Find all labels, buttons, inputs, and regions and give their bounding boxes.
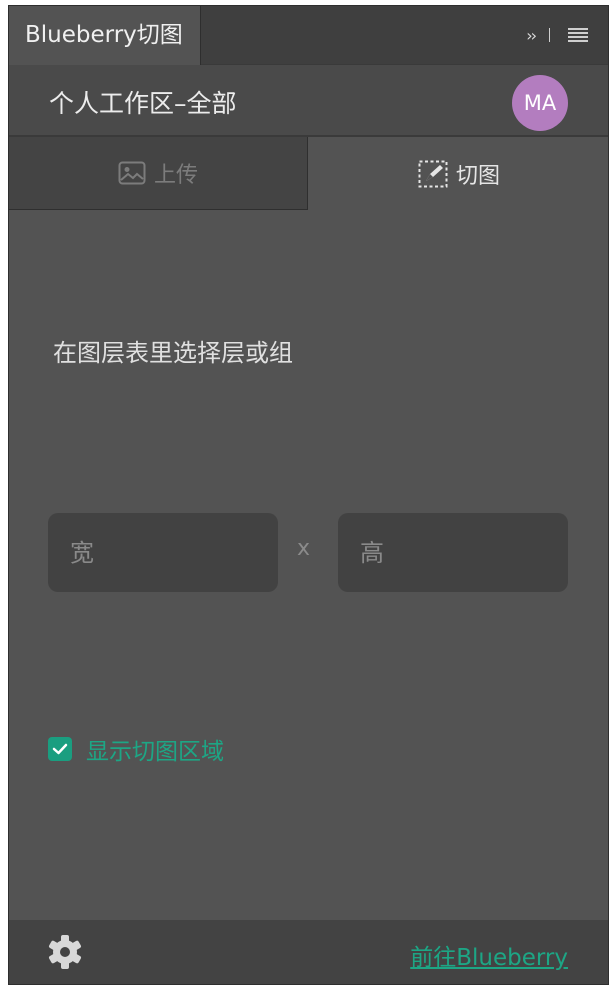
slice-icon [418,160,448,187]
height-input[interactable] [338,513,568,592]
show-slice-area-label[interactable]: 显示切图区域 [86,732,224,766]
workspace-title[interactable]: 个人工作区–全部 [49,84,237,120]
width-input[interactable] [48,513,278,592]
panel-tab-title[interactable]: Blueberry切图 [9,6,201,65]
go-to-blueberry-link[interactable]: 前往Blueberry [410,938,568,972]
tab-upload-label: 上传 [153,163,198,188]
titlebar-controls: ›› [526,24,588,46]
show-slice-area-checkbox[interactable] [48,737,72,761]
user-avatar[interactable]: MA [512,75,568,131]
plugin-panel: Blueberry切图 ›› 个人工作区–全部 MA 上传 切图 在图层表里选择… [8,5,609,985]
checkmark-icon [52,743,68,755]
mode-tabs: 上传 切图 [9,137,608,210]
image-icon [118,161,146,185]
panel-titlebar: Blueberry切图 ›› [9,6,608,65]
show-slice-area-option[interactable]: 显示切图区域 [48,732,224,766]
instruction-text: 在图层表里选择层或组 [53,339,293,367]
tab-upload[interactable]: 上传 [9,137,308,210]
dimension-separator: x [297,536,311,561]
tab-slice[interactable]: 切图 [308,137,608,210]
titlebar-divider [549,28,550,42]
workspace-header: 个人工作区–全部 MA [9,65,608,137]
gear-icon[interactable] [47,934,83,970]
panel-footer: 前往Blueberry [9,920,608,984]
collapse-panel-icon[interactable]: ›› [526,26,537,45]
tab-slice-label: 切图 [455,163,500,189]
panel-menu-icon[interactable] [568,28,588,42]
